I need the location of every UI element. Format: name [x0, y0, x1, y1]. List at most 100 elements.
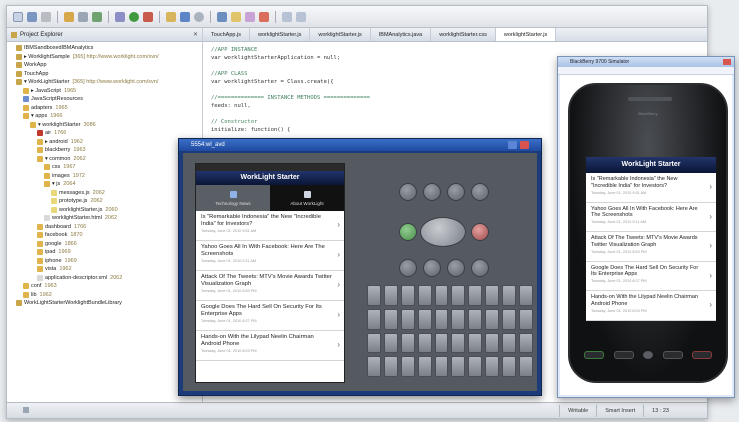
- volume-down-button[interactable]: [423, 259, 441, 277]
- fast-view-icon[interactable]: [23, 406, 29, 413]
- tree-item[interactable]: facebook 1870: [9, 231, 202, 240]
- keyboard-key[interactable]: [451, 308, 466, 330]
- open-type-icon[interactable]: [231, 11, 241, 22]
- power-button[interactable]: [447, 259, 465, 277]
- tree-item[interactable]: images 1972: [9, 172, 202, 181]
- tree-item[interactable]: application-descriptor.xml 2062: [9, 274, 202, 283]
- keyboard-key[interactable]: [451, 332, 466, 354]
- editor-tab[interactable]: worklightStarter.js: [250, 28, 311, 41]
- keyboard-key[interactable]: [485, 356, 500, 377]
- keyboard-key[interactable]: [383, 332, 398, 354]
- tree-item[interactable]: prototype.js 2062: [9, 197, 202, 206]
- keyboard-key[interactable]: [451, 356, 466, 377]
- keyboard-key[interactable]: [519, 285, 533, 306]
- tree-item[interactable]: ▸ android 1962: [9, 138, 202, 147]
- news-item[interactable]: Yahoo Goes All In With Facebook: Here Ar…: [196, 241, 344, 271]
- news-item[interactable]: Hands-on With the Lilypad Neelin Chairma…: [586, 291, 716, 321]
- keyboard-key[interactable]: [485, 285, 500, 306]
- keyboard-key[interactable]: [451, 285, 466, 306]
- end-key[interactable]: [692, 351, 712, 359]
- keyboard-key[interactable]: [468, 356, 483, 377]
- keyboard-key[interactable]: [468, 332, 483, 354]
- forward-icon[interactable]: [296, 11, 306, 22]
- keyboard-key[interactable]: [434, 332, 449, 354]
- keyboard-key[interactable]: [367, 332, 381, 354]
- news-item[interactable]: Is "Remarkable Indonesia" the New "Incre…: [196, 211, 344, 241]
- keyboard-key[interactable]: [502, 356, 517, 377]
- volume-up-button[interactable]: [399, 259, 417, 277]
- news-item[interactable]: Google Does The Hard Sell On Security Fo…: [196, 301, 344, 331]
- tree-item[interactable]: ▾ WorkLightStarter [365] http://www.workl…: [9, 78, 202, 87]
- keyboard-key[interactable]: [400, 308, 415, 330]
- news-item[interactable]: Attack Of The Tweets: MTV's Movie Awards…: [586, 232, 716, 262]
- close-button[interactable]: [723, 59, 731, 65]
- tree-item[interactable]: ▾ js 2064: [9, 180, 202, 189]
- trackball[interactable]: [643, 351, 653, 359]
- print-icon[interactable]: [41, 11, 51, 22]
- tree-item[interactable]: vista 1962: [9, 265, 202, 274]
- camera-button[interactable]: [471, 259, 489, 277]
- close-button[interactable]: [520, 141, 529, 149]
- keyboard-key[interactable]: [400, 285, 415, 306]
- tree-item[interactable]: css 1967: [9, 163, 202, 172]
- menu-button[interactable]: [423, 183, 441, 201]
- search-icon[interactable]: [194, 11, 204, 22]
- run-icon[interactable]: [129, 11, 139, 22]
- debug-icon[interactable]: [115, 11, 125, 22]
- keyboard-key[interactable]: [519, 356, 533, 377]
- perspective-icon[interactable]: [217, 11, 227, 22]
- minimize-button[interactable]: [508, 141, 517, 149]
- keyboard-key[interactable]: [400, 356, 415, 377]
- editor-tab[interactable]: IBMAnalytics.java: [371, 28, 432, 41]
- new-icon[interactable]: [13, 11, 23, 22]
- keyboard-key[interactable]: [367, 285, 381, 306]
- home-button[interactable]: [399, 183, 417, 201]
- keyboard-key[interactable]: [417, 332, 432, 354]
- open-task-icon[interactable]: [245, 11, 255, 22]
- back-button[interactable]: [447, 183, 465, 201]
- tree-item[interactable]: google 1866: [9, 240, 202, 249]
- keyboard-key[interactable]: [417, 285, 432, 306]
- tree-item[interactable]: adapters 1965: [9, 104, 202, 113]
- tree-item[interactable]: iphone 1969: [9, 257, 202, 266]
- call-button[interactable]: [399, 223, 417, 241]
- close-icon[interactable]: ✕: [193, 31, 198, 38]
- editor-tab[interactable]: worklightStarter.js: [310, 28, 371, 41]
- build-icon[interactable]: [64, 11, 74, 22]
- keyboard-key[interactable]: [485, 332, 500, 354]
- tree-item[interactable]: ▾ worklightStarter 3086: [9, 121, 202, 130]
- keyboard-key[interactable]: [383, 285, 398, 306]
- tree-item[interactable]: IBMSandboxedIBMAnalytics: [9, 44, 202, 53]
- keyboard-key[interactable]: [383, 356, 398, 377]
- tab-technology-news[interactable]: Technology News: [196, 185, 270, 211]
- tree-item[interactable]: blackberry 1963: [9, 146, 202, 155]
- keyboard-key[interactable]: [383, 308, 398, 330]
- news-item[interactable]: Google Does The Hard Sell On Security Fo…: [586, 262, 716, 291]
- project-explorer-tab[interactable]: Project Explorer ✕: [7, 28, 202, 42]
- keyboard-key[interactable]: [468, 308, 483, 330]
- tree-item[interactable]: messages.js 2062: [9, 189, 202, 198]
- tree-item[interactable]: TouchApp: [9, 70, 202, 79]
- tree-item[interactable]: ▾ common 2062: [9, 155, 202, 164]
- escape-key[interactable]: [662, 351, 683, 359]
- external-tools-icon[interactable]: [143, 11, 153, 22]
- news-item[interactable]: Yahoo Goes All In With Facebook: Here Ar…: [586, 203, 716, 232]
- keyboard-key[interactable]: [367, 308, 381, 330]
- save-icon[interactable]: [27, 11, 37, 22]
- news-item[interactable]: Is "Remarkable Indonesia" the New "Incre…: [586, 173, 716, 203]
- editor-tab[interactable]: worklightStarter.js: [495, 28, 557, 41]
- tree-item[interactable]: ▾ apps 1966: [9, 112, 202, 121]
- tab-about-worklight[interactable]: About WorkLight: [270, 185, 344, 211]
- search-button[interactable]: [471, 183, 489, 201]
- keyboard-key[interactable]: [502, 332, 517, 354]
- dpad[interactable]: [420, 217, 466, 247]
- call-key[interactable]: [584, 351, 604, 359]
- editor-tab[interactable]: TouchApp.js: [203, 28, 250, 41]
- settings-icon[interactable]: [78, 11, 88, 22]
- tree-item[interactable]: ipad 1969: [9, 248, 202, 257]
- keyboard-key[interactable]: [417, 308, 432, 330]
- deploy-icon[interactable]: [180, 11, 190, 22]
- keyboard-key[interactable]: [485, 308, 500, 330]
- tree-item[interactable]: conf 1963: [9, 282, 202, 291]
- new-project-icon[interactable]: [166, 11, 176, 22]
